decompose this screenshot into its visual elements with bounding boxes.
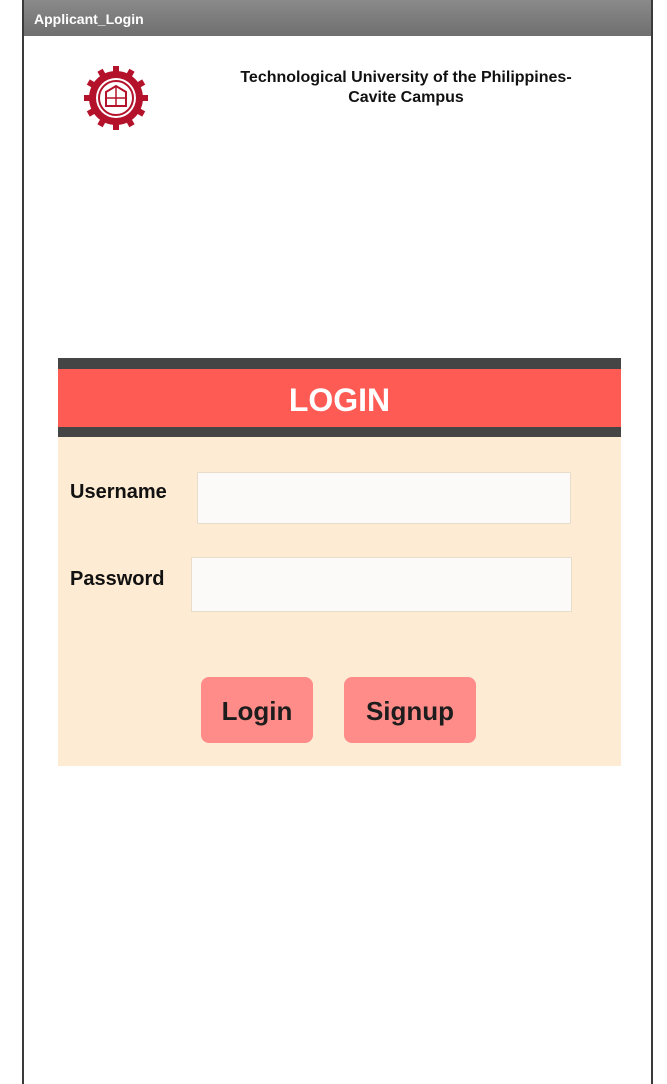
username-label: Username [70,481,167,503]
login-form: Username Password Login Signup [58,437,621,766]
signup-button[interactable]: Signup [344,677,476,743]
panel-top-divider [58,358,621,369]
panel-bottom-divider [58,427,621,437]
window-title: Applicant_Login [24,0,651,36]
window-left-border [0,0,24,1084]
window-right-border [651,0,667,1084]
username-input[interactable] [197,472,571,524]
password-label: Password [70,568,165,590]
app-window: Applicant_Login Technological University… [0,0,667,1084]
university-name: Technological University of the Philippi… [186,68,626,108]
university-name-line2: Cavite Campus [348,89,464,106]
password-input[interactable] [191,557,572,612]
login-panel: LOGIN Username Password Login Signup [58,358,621,766]
login-heading: LOGIN [58,369,621,427]
login-button[interactable]: Login [201,677,313,743]
university-name-line1: Technological University of the Philippi… [240,69,572,86]
university-seal-icon [84,66,148,130]
